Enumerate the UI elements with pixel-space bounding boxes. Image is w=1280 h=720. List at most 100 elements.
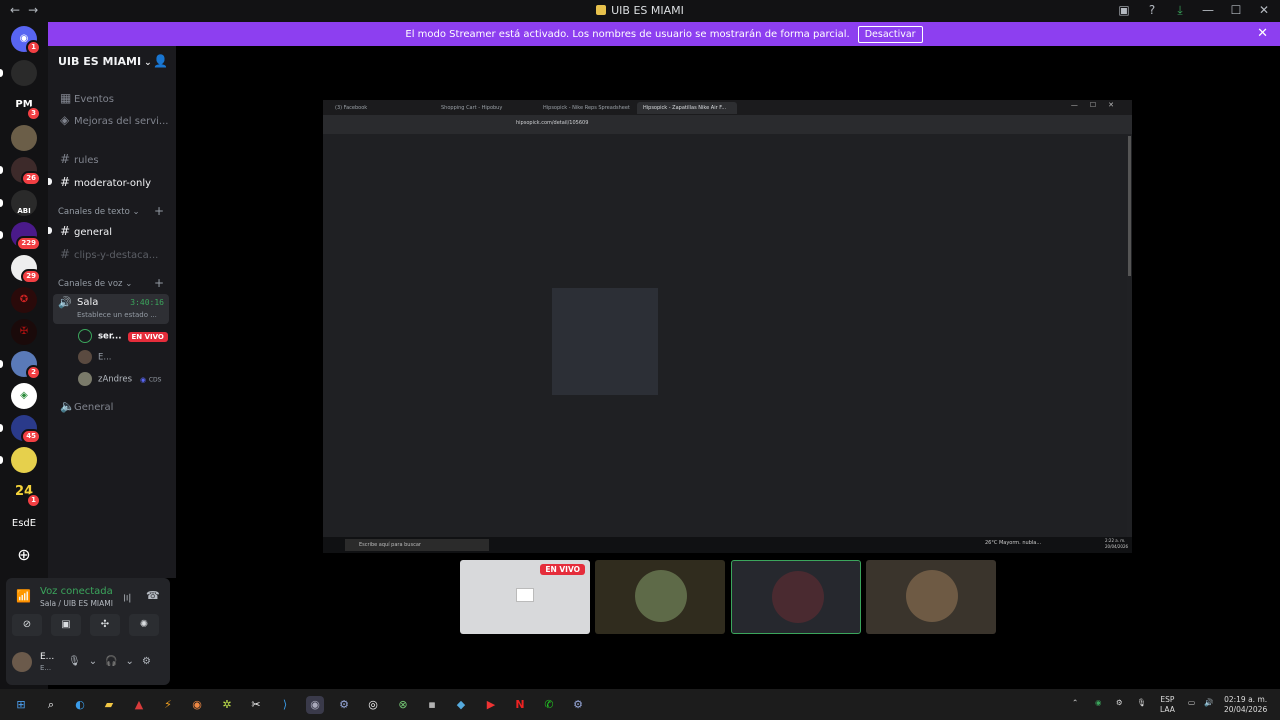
chevron-down-icon[interactable]: ⌄ [89, 656, 97, 667]
banner-close-icon[interactable]: ✕ [1257, 26, 1268, 41]
chrome-icon[interactable]: ◉ [188, 696, 206, 714]
screen-share-view[interactable]: (3) Facebook Shopping Cart - Hipobuy Hip… [323, 100, 1132, 553]
hashtag-icon: # [60, 175, 71, 189]
inbox-icon[interactable]: ▣ [1116, 2, 1132, 18]
capcut-icon[interactable]: ✂ [247, 696, 265, 714]
voice-user-name: ser... [98, 331, 122, 342]
guild-13[interactable] [0, 447, 37, 473]
channel-clips[interactable]: # clips-y-destaca... [60, 247, 172, 261]
guild-home[interactable]: ◉ 1 [11, 26, 41, 55]
download-icon[interactable]: ⤓ [1172, 2, 1188, 18]
guild-1[interactable] [0, 60, 37, 86]
deactivate-button[interactable]: Desactivar [857, 25, 923, 43]
epic-games-icon[interactable]: ▦ [423, 696, 441, 714]
events-item[interactable]: ▦ Eventos [60, 91, 172, 105]
camera-off-icon[interactable]: ⊘ [12, 614, 42, 636]
text-category[interactable]: Canales de texto ⌄ [58, 207, 140, 217]
screen-share-icon[interactable]: ▣ [51, 614, 81, 636]
boosts-label: Mejoras del servi... [74, 116, 169, 127]
volume-icon[interactable]: 🔊 [1204, 698, 1213, 708]
microphone-icon[interactable]: 🎙 [1137, 698, 1147, 708]
voice-channel-general[interactable]: 🔈General [60, 399, 172, 413]
youtube-icon[interactable]: ▶ [482, 696, 500, 714]
participant-tile-speaking[interactable] [731, 560, 861, 634]
participant-tile[interactable] [595, 560, 725, 634]
minimize-icon[interactable]: — [1200, 2, 1216, 18]
guild-2[interactable]: PM 3 [11, 92, 41, 121]
microphone-icon[interactable]: 🎙 [68, 656, 81, 667]
hashtag-icon: # [60, 152, 71, 166]
app-icon[interactable]: ⚡ [159, 696, 177, 714]
chevron-down-icon: ⌄ [144, 58, 152, 68]
network-icon[interactable]: ▭ [1188, 698, 1195, 708]
signal-icon[interactable]: 📶 [16, 589, 31, 603]
disconnect-icon[interactable]: ☎ [146, 589, 160, 602]
participant-tile-stream[interactable]: EN VIVO [460, 560, 590, 634]
chevron-up-icon[interactable]: ⌃ [1072, 698, 1078, 708]
guild-5[interactable]: ABI [0, 190, 37, 216]
guild-badge: 1 [26, 493, 41, 508]
voice-connected-label[interactable]: Voz conectada [40, 586, 113, 597]
guild-3[interactable] [11, 125, 37, 151]
app-icon[interactable]: ◆ [452, 696, 470, 714]
guild-14[interactable]: 24 1 [11, 479, 41, 508]
app-icon[interactable]: ▲ [130, 696, 148, 714]
channel-rules[interactable]: # rules [60, 152, 172, 166]
add-voice-channel-icon[interactable]: + [154, 276, 164, 290]
app-icon[interactable]: ◎ [364, 696, 382, 714]
guild-9[interactable]: ✠ [11, 319, 37, 345]
guild-15[interactable]: EsdE [11, 511, 37, 537]
add-text-channel-icon[interactable]: + [154, 204, 164, 218]
guild-7[interactable]: 29 [11, 255, 41, 284]
gear-icon[interactable]: ⚙ [142, 656, 151, 667]
edge-icon[interactable]: ◐ [71, 696, 89, 714]
vscode-icon[interactable]: ⟩ [276, 696, 294, 714]
server-header[interactable]: UIB ES MIAMI ⌄ [58, 55, 152, 68]
netflix-icon[interactable]: N [511, 696, 529, 714]
guild-6[interactable]: 229 [0, 222, 41, 251]
xbox-icon[interactable]: ⊗ [394, 696, 412, 714]
maximize-icon[interactable]: ☐ [1228, 2, 1244, 18]
voice-category[interactable]: Canales de voz ⌄ [58, 279, 132, 289]
activities-icon[interactable]: ✣ [90, 614, 120, 636]
headphones-icon[interactable]: 🎧 [105, 656, 117, 667]
guild-badge: 26 [21, 171, 41, 186]
steam-icon[interactable]: ⚙ [569, 696, 587, 714]
channel-name: moderator-only [74, 178, 152, 189]
tray-app-icon[interactable]: ◉ [1095, 698, 1102, 708]
discord-icon[interactable]: ◉ [306, 696, 324, 714]
channel-general[interactable]: # general [60, 224, 172, 238]
voice-user[interactable]: ser... EN VIVO [78, 329, 168, 343]
steam-icon[interactable]: ⚙ [335, 696, 353, 714]
boosts-item[interactable]: ◈ Mejoras del servi... [60, 113, 172, 127]
voice-user[interactable]: E... [78, 350, 111, 364]
invite-people-icon[interactable]: 👤 [153, 54, 168, 68]
app-icon[interactable]: ✲ [218, 696, 236, 714]
folder-icon[interactable]: ▰ [100, 696, 118, 714]
guild-4[interactable]: 26 [0, 157, 41, 186]
whatsapp-icon[interactable]: ✆ [540, 696, 558, 714]
clock[interactable]: 02:19 a. m. 20/04/2026 [1224, 695, 1267, 715]
guild-12[interactable]: 45 [0, 415, 41, 444]
guild-8[interactable]: ✪ [11, 287, 37, 313]
language-indicator[interactable]: ESP LAA [1160, 695, 1175, 715]
chevron-down-icon[interactable]: ⌄ [126, 656, 134, 667]
voice-channel-name: General [74, 402, 114, 413]
clock-date: 20/04/2026 [1105, 544, 1129, 549]
speaker-icon: 🔈 [60, 399, 75, 413]
add-server-button[interactable]: ⊕ [11, 542, 37, 568]
voice-status[interactable]: Establece un estado ... [77, 311, 157, 319]
search-icon[interactable]: ⌕ [42, 696, 60, 714]
guild-11[interactable]: ◈ [11, 383, 37, 409]
guild-10[interactable]: 2 [0, 351, 41, 380]
voice-channel-sala[interactable]: 🔊 Sala 3:40:16 Establece un estado ... [53, 294, 169, 324]
participant-tile[interactable] [866, 560, 996, 634]
soundwave-icon[interactable]: 〣 [122, 590, 132, 605]
help-icon[interactable]: ? [1144, 2, 1160, 18]
voice-user[interactable]: zAndres ◉ CDS [78, 372, 161, 386]
steam-tray-icon[interactable]: ⚙ [1116, 698, 1123, 708]
start-icon[interactable]: ⊞ [12, 696, 30, 714]
close-window-icon[interactable]: ✕ [1256, 2, 1272, 18]
channel-moderator-only[interactable]: # moderator-only [60, 175, 172, 189]
soundboard-icon[interactable]: ✺ [129, 614, 159, 636]
